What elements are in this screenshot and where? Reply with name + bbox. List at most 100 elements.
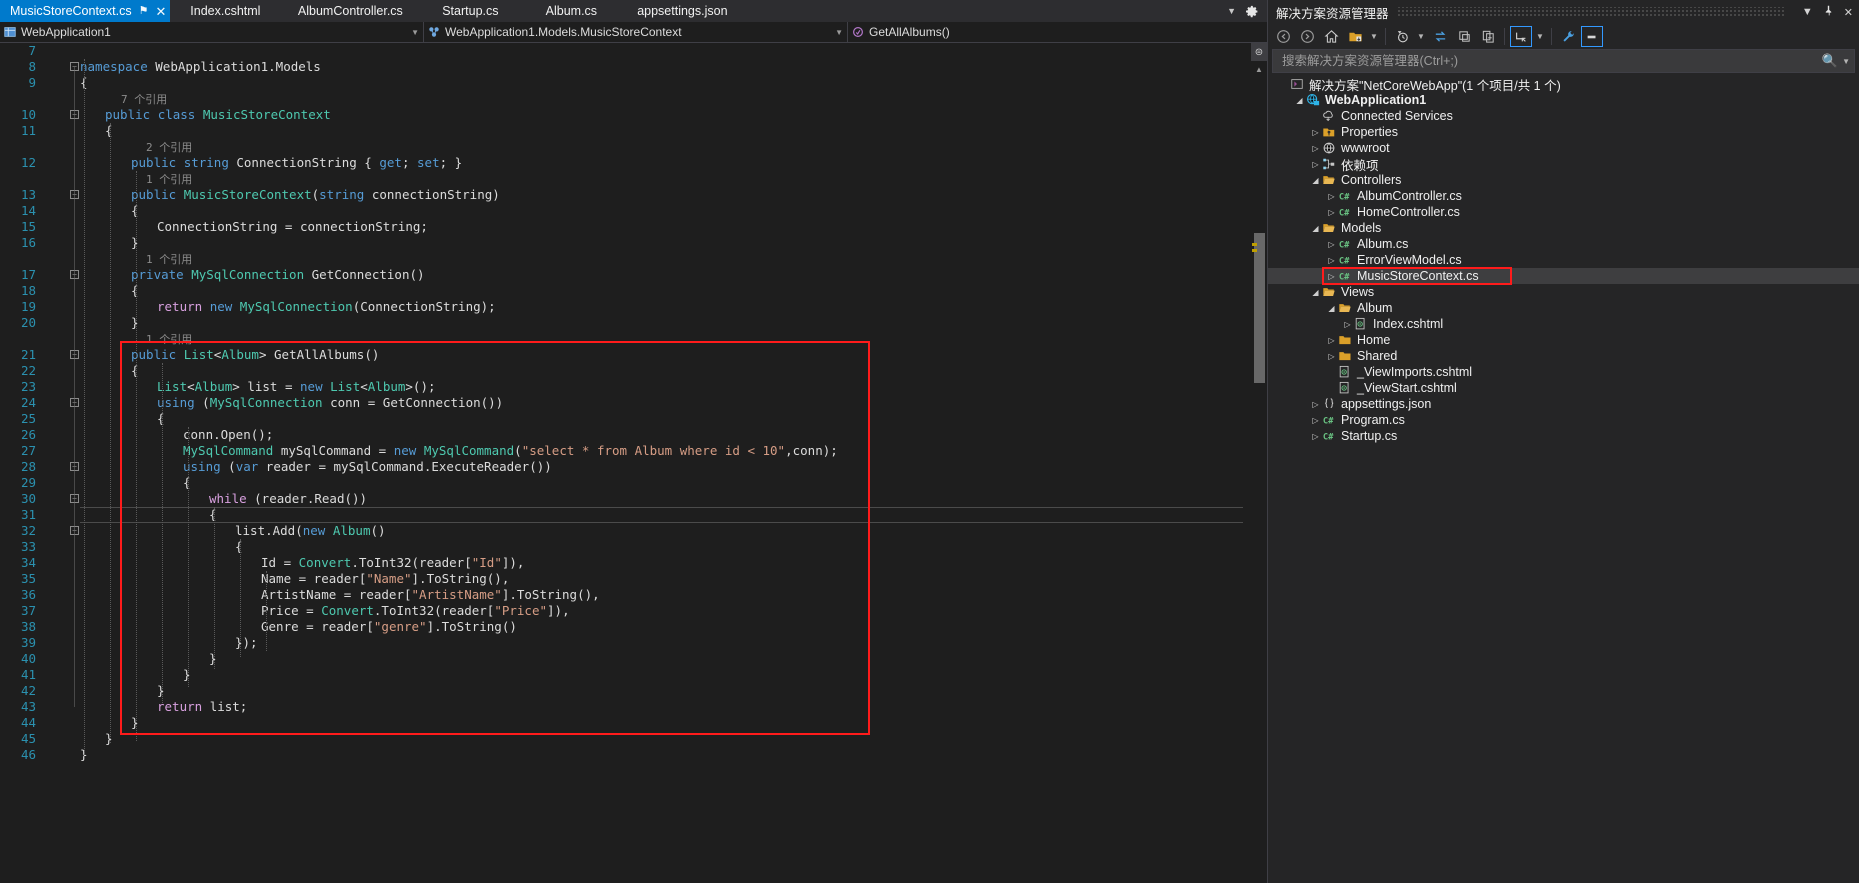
collapsed-triangle-icon[interactable]: ▷: [1326, 240, 1337, 249]
tree-item-connected-services[interactable]: Connected Services: [1268, 108, 1859, 124]
tree-item-[interactable]: ▷ 依赖项: [1268, 156, 1859, 173]
search-icon[interactable]: 🔍: [1822, 53, 1838, 69]
code-line[interactable]: 29 {: [0, 475, 1267, 491]
collapsed-triangle-icon[interactable]: ▷: [1310, 400, 1321, 409]
tree-item-appsettings-json[interactable]: ▷ appsettings.json: [1268, 396, 1859, 412]
sync-with-active-document-icon[interactable]: [1429, 26, 1451, 47]
editor-tab-appsettings-json[interactable]: appsettings.json: [622, 0, 742, 22]
code-line[interactable]: 45}: [0, 731, 1267, 747]
code-line[interactable]: 17 private MySqlConnection GetConnection(…: [0, 267, 1267, 283]
code-line[interactable]: 26 conn.Open();: [0, 427, 1267, 443]
code-line[interactable]: 9{: [0, 75, 1267, 91]
collapsed-triangle-icon[interactable]: ▷: [1326, 352, 1337, 361]
preview-selected-items-icon[interactable]: [1581, 26, 1603, 47]
tree-item-albumcontroller-cs[interactable]: ▷ C# AlbumController.cs: [1268, 188, 1859, 204]
code-line[interactable]: 33 {: [0, 539, 1267, 555]
tree-item-album[interactable]: ◢ Album: [1268, 300, 1859, 316]
tree-item-musicstorecontext-cs[interactable]: ▷ C# MusicStoreContext.cs: [1268, 267, 1859, 285]
code-line[interactable]: 42}: [0, 683, 1267, 699]
navbar-type-chevron-down-icon[interactable]: ▼: [835, 28, 843, 37]
collapsed-triangle-icon[interactable]: ▷: [1310, 432, 1321, 441]
tree-item-views[interactable]: ◢ Views: [1268, 284, 1859, 300]
code-line[interactable]: 14 {: [0, 203, 1267, 219]
expanded-triangle-icon[interactable]: ◢: [1310, 176, 1321, 185]
panel-dropdown-chevron-down-icon[interactable]: ▼: [1802, 6, 1813, 18]
code-line[interactable]: 39});: [0, 635, 1267, 651]
tree-item-errorviewmodel-cs[interactable]: ▷ C# ErrorViewModel.cs: [1268, 252, 1859, 268]
collapsed-triangle-icon[interactable]: ▷: [1310, 144, 1321, 153]
tree-item-program-cs[interactable]: ▷ C# Program.cs: [1268, 412, 1859, 428]
expanded-triangle-icon[interactable]: ◢: [1310, 288, 1321, 297]
code-line[interactable]: 23 List<Album> list = new List<Album>();: [0, 379, 1267, 395]
solution-tree[interactable]: 解决方案"NetCoreWebApp"(1 个项目/共 1 个) ◢ WebAppl…: [1268, 73, 1859, 883]
collapsed-triangle-icon[interactable]: ▷: [1310, 416, 1321, 425]
expanded-triangle-icon[interactable]: ◢: [1294, 96, 1305, 105]
codelens-row[interactable]: 7 个引用: [0, 91, 1267, 107]
collapsed-triangle-icon[interactable]: ▷: [1326, 192, 1337, 201]
tree-item-viewimports-cshtml[interactable]: _ViewImports.cshtml: [1268, 364, 1859, 380]
tree-item-home[interactable]: ▷ Home: [1268, 332, 1859, 348]
code-line[interactable]: 31 {: [0, 507, 1267, 523]
tab-close-icon[interactable]: ✕: [155, 5, 166, 18]
codelens-reference-count[interactable]: 1 个引用: [146, 172, 192, 188]
home-icon[interactable]: [1320, 26, 1342, 47]
chevron-down-icon[interactable]: ▼: [1415, 26, 1427, 47]
back-arrow-icon[interactable]: [1272, 26, 1294, 47]
code-text-area[interactable]: 7 8 namespace WebApplication1.Models 9{7 个引…: [0, 43, 1267, 883]
tab-list-chevron-down-icon[interactable]: ▼: [1227, 6, 1236, 16]
editor-tab-index-cshtml[interactable]: Index.cshtml: [170, 0, 280, 22]
tree-item-startup-cs[interactable]: ▷ C# Startup.cs: [1268, 428, 1859, 444]
code-line[interactable]: 24 using (MySqlConnection conn = GetConne…: [0, 395, 1267, 411]
code-line[interactable]: 41}: [0, 667, 1267, 683]
code-line[interactable]: 22 {: [0, 363, 1267, 379]
codelens-row[interactable]: 1 个引用: [0, 171, 1267, 187]
code-line[interactable]: 19 return new MySqlConnection(ConnectionS…: [0, 299, 1267, 315]
expanded-triangle-icon[interactable]: ◢: [1310, 224, 1321, 233]
codelens-reference-count[interactable]: 1 个引用: [146, 332, 192, 348]
refresh-icon[interactable]: [1453, 26, 1475, 47]
code-line[interactable]: 18 {: [0, 283, 1267, 299]
codelens-row[interactable]: 2 个引用: [0, 139, 1267, 155]
navbar-member-dropdown[interactable]: GetAllAlbums(): [848, 22, 1267, 43]
code-line[interactable]: 43 return list;: [0, 699, 1267, 715]
collapse-all-icon[interactable]: [1477, 26, 1499, 47]
code-line[interactable]: 44}: [0, 715, 1267, 731]
code-line[interactable]: 11 {: [0, 123, 1267, 139]
editor-tab-startup-cs[interactable]: Startup.cs: [420, 0, 520, 22]
code-line[interactable]: 27 MySqlCommand mySqlCommand = new MySqlC…: [0, 443, 1267, 459]
code-line[interactable]: 7: [0, 43, 1267, 59]
pending-changes-icon[interactable]: [1391, 26, 1413, 47]
codelens-reference-count[interactable]: 7 个引用: [121, 92, 167, 108]
code-line[interactable]: 25 {: [0, 411, 1267, 427]
wrench-icon[interactable]: [1557, 26, 1579, 47]
code-line[interactable]: 20}: [0, 315, 1267, 331]
show-all-files-icon[interactable]: [1344, 26, 1366, 47]
code-line[interactable]: 16}: [0, 235, 1267, 251]
tree-item-homecontroller-cs[interactable]: ▷ C# HomeController.cs: [1268, 204, 1859, 220]
editor-split-handle[interactable]: ⊜: [1251, 43, 1267, 61]
collapsed-triangle-icon[interactable]: ▷: [1326, 336, 1337, 345]
panel-pin-icon[interactable]: [1823, 5, 1834, 19]
panel-close-icon[interactable]: ✕: [1844, 6, 1853, 19]
tree-item-netcorewebapp-1-1[interactable]: 解决方案"NetCoreWebApp"(1 个项目/共 1 个): [1268, 76, 1859, 93]
chevron-down-icon[interactable]: ▼: [1368, 26, 1380, 47]
code-line[interactable]: 35 Name = reader["Name"].ToString(),: [0, 571, 1267, 587]
code-lines[interactable]: 7 8 namespace WebApplication1.Models 9{7 个引…: [0, 43, 1267, 763]
collapsed-triangle-icon[interactable]: ▷: [1310, 160, 1321, 169]
navbar-project-dropdown[interactable]: WebApplication1 ▼: [0, 21, 424, 43]
expanded-triangle-icon[interactable]: ◢: [1326, 304, 1337, 313]
code-line[interactable]: 40}: [0, 651, 1267, 667]
search-options-chevron-down-icon[interactable]: ▼: [1842, 57, 1850, 66]
collapsed-triangle-icon[interactable]: ▷: [1342, 320, 1353, 329]
codelens-reference-count[interactable]: 1 个引用: [146, 252, 192, 268]
codelens-row[interactable]: 1 个引用: [0, 331, 1267, 347]
codelens-reference-count[interactable]: 2 个引用: [146, 140, 192, 156]
scroll-up-arrow-icon[interactable]: ▲: [1251, 61, 1267, 77]
code-line[interactable]: 38 Genre = reader["genre"].ToString(): [0, 619, 1267, 635]
tree-item-properties[interactable]: ▷ Properties: [1268, 124, 1859, 140]
tree-item-shared[interactable]: ▷ Shared: [1268, 348, 1859, 364]
code-line[interactable]: 36 ArtistName = reader["ArtistName"].ToSt…: [0, 587, 1267, 603]
tree-item-controllers[interactable]: ◢ Controllers: [1268, 172, 1859, 188]
collapsed-triangle-icon[interactable]: ▷: [1326, 256, 1337, 265]
codelens-row[interactable]: 1 个引用: [0, 251, 1267, 267]
